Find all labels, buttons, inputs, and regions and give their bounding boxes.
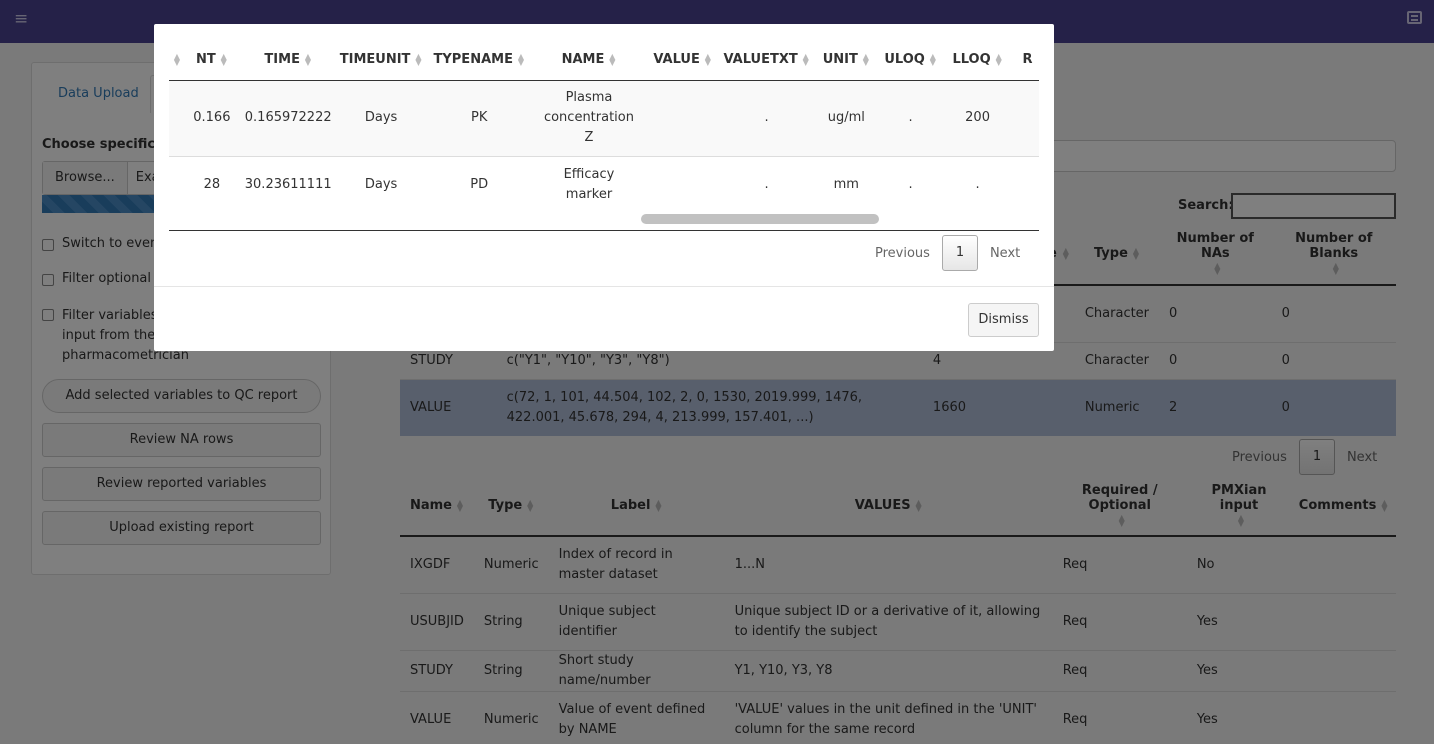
sort-icon: ▲▼ bbox=[704, 51, 711, 67]
sort-icon: ▲▼ bbox=[929, 51, 936, 67]
next-button[interactable]: Next bbox=[990, 246, 1020, 261]
cell: 0.166 bbox=[181, 79, 243, 156]
page-1-button[interactable]: 1 bbox=[941, 235, 978, 271]
dismiss-button[interactable]: Dismiss bbox=[968, 303, 1039, 337]
cell: ug/ml bbox=[816, 79, 877, 156]
cell bbox=[648, 79, 718, 156]
sort-icon: ▲▼ bbox=[802, 51, 809, 67]
table-row[interactable]: 28 30.23611111 Days PD Efficacy marker .… bbox=[169, 155, 1039, 213]
column-header[interactable]: UNIT ▲ ▼ bbox=[816, 40, 877, 81]
cell bbox=[1010, 79, 1039, 156]
cell: 30.23611111 bbox=[242, 155, 334, 213]
column-header[interactable]: VALUETXT ▲ ▼ bbox=[717, 40, 817, 81]
column-header[interactable]: ▲ ▼ bbox=[169, 40, 181, 81]
table-row[interactable]: 0.166 0.165972222 Days PK Plasma concent… bbox=[169, 79, 1039, 156]
cell: . bbox=[876, 155, 945, 213]
modal-pagination: Previous 1 Next bbox=[875, 235, 1020, 271]
cell: 0.165972222 bbox=[242, 79, 334, 156]
modal-footer: Dismiss bbox=[154, 286, 1054, 351]
column-header[interactable]: ULOQ ▲ ▼ bbox=[876, 40, 945, 81]
sort-icon: ▲▼ bbox=[517, 51, 525, 67]
cell bbox=[648, 155, 718, 213]
cell: . bbox=[944, 155, 1011, 213]
sort-icon: ▲▼ bbox=[415, 51, 422, 67]
data-preview-modal: ▲ ▼ NT ▲ ▼ TIME ▲ ▼ TIMEUNIT ▲ ▼ TYPENAME ▲ ▼ NAM… bbox=[154, 24, 1054, 351]
cell: . bbox=[876, 79, 945, 156]
cell: mm bbox=[816, 155, 877, 213]
cell: Plasma concentration Z bbox=[529, 79, 648, 156]
cell bbox=[169, 79, 181, 156]
cell bbox=[1010, 155, 1039, 213]
column-header[interactable]: R bbox=[1010, 40, 1039, 81]
cell: Days bbox=[333, 79, 429, 156]
column-header[interactable]: TYPENAME ▲ ▼ bbox=[428, 40, 530, 81]
previous-button[interactable]: Previous bbox=[875, 246, 930, 261]
na-rows-table: ▲ ▼ NT ▲ ▼ TIME ▲ ▼ TIMEUNIT ▲ ▼ TYPENAME ▲ ▼ NAM… bbox=[169, 40, 1039, 213]
column-header[interactable]: TIME ▲ ▼ bbox=[242, 40, 334, 81]
horizontal-scrollbar[interactable] bbox=[641, 214, 879, 224]
column-header[interactable]: LLOQ ▲ ▼ bbox=[944, 40, 1011, 81]
cell: Efficacy marker bbox=[529, 155, 648, 213]
table-bottom-border bbox=[169, 230, 1039, 231]
cell: PK bbox=[428, 79, 530, 156]
cell: . bbox=[717, 79, 817, 156]
column-header[interactable]: NT ▲ ▼ bbox=[181, 40, 243, 81]
column-header[interactable]: NAME ▲ ▼ bbox=[529, 40, 648, 81]
cell: Days bbox=[333, 155, 429, 213]
column-header[interactable]: VALUE ▲ ▼ bbox=[648, 40, 718, 81]
cell: . bbox=[717, 155, 817, 213]
modal-body: ▲ ▼ NT ▲ ▼ TIME ▲ ▼ TIMEUNIT ▲ ▼ TYPENAME ▲ ▼ NAM… bbox=[169, 24, 1039, 286]
cell bbox=[169, 155, 181, 213]
sort-icon: ▲▼ bbox=[995, 51, 1002, 67]
cell: 200 bbox=[944, 79, 1011, 156]
sort-icon: ▲▼ bbox=[862, 51, 869, 67]
cell: 28 bbox=[181, 155, 243, 213]
column-header[interactable]: TIMEUNIT ▲ ▼ bbox=[333, 40, 429, 81]
sort-icon: ▲▼ bbox=[304, 51, 312, 67]
sort-icon: ▲▼ bbox=[173, 51, 181, 67]
sort-icon: ▲▼ bbox=[220, 51, 227, 67]
sort-icon: ▲▼ bbox=[609, 51, 616, 67]
cell: PD bbox=[428, 155, 530, 213]
